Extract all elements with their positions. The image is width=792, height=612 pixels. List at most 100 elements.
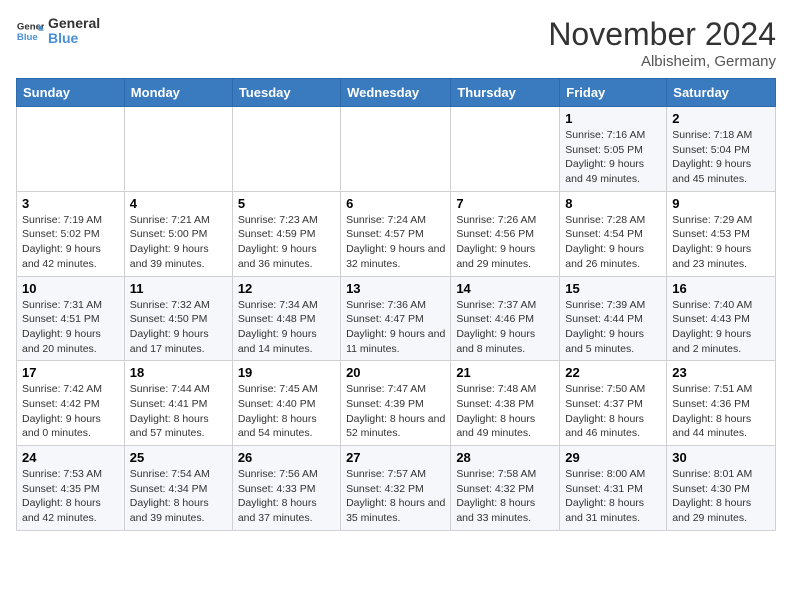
day-info: Sunrise: 7:48 AMSunset: 4:38 PMDaylight:… [456, 382, 554, 441]
week-row-3: 10 Sunrise: 7:31 AMSunset: 4:51 PMDayligh… [17, 276, 776, 361]
week-row-4: 17Sunrise: 7:42 AMSunset: 4:42 PMDayligh… [17, 361, 776, 446]
location: Albisheim, Germany [548, 53, 776, 70]
day-cell: 18 Sunrise: 7:44 AMSunset: 4:41 PMDayligh… [124, 361, 232, 446]
day-cell: 12Sunrise: 7:34 AMSunset: 4:48 PMDayligh… [232, 276, 340, 361]
day-number: 22 [565, 365, 661, 380]
day-number: 9 [672, 196, 770, 211]
day-number: 20 [346, 365, 445, 380]
day-info: Sunrise: 7:18 AMSunset: 5:04 PMDaylight:… [672, 128, 770, 187]
day-number: 1 [565, 111, 661, 126]
day-info: Sunrise: 7:58 AMSunset: 4:32 PMDaylight:… [456, 467, 554, 526]
day-info: Sunrise: 7:19 AMSunset: 5:02 PMDaylight:… [22, 213, 119, 272]
day-cell: 27 Sunrise: 7:57 AMSunset: 4:32 PMDayligh… [341, 446, 451, 531]
day-cell: 17Sunrise: 7:42 AMSunset: 4:42 PMDayligh… [17, 361, 125, 446]
day-number: 19 [238, 365, 335, 380]
day-info: Sunrise: 8:00 AMSunset: 4:31 PMDaylight:… [565, 467, 661, 526]
weekday-thursday: Thursday [451, 79, 560, 107]
day-cell: 15 Sunrise: 7:39 AMSunset: 4:44 PMDayligh… [560, 276, 667, 361]
day-number: 25 [130, 450, 227, 465]
day-cell: 30Sunrise: 8:01 AMSunset: 4:30 PMDayligh… [667, 446, 776, 531]
day-number: 11 [130, 281, 227, 296]
day-info: Sunrise: 7:23 AMSunset: 4:59 PMDaylight:… [238, 213, 335, 272]
day-info: Sunrise: 7:39 AMSunset: 4:44 PMDaylight:… [565, 298, 661, 357]
day-cell: 14 Sunrise: 7:37 AMSunset: 4:46 PMDayligh… [451, 276, 560, 361]
day-number: 18 [130, 365, 227, 380]
weekday-monday: Monday [124, 79, 232, 107]
day-number: 15 [565, 281, 661, 296]
title-block: November 2024 Albisheim, Germany [548, 16, 776, 70]
day-number: 6 [346, 196, 445, 211]
day-cell: 29 Sunrise: 8:00 AMSunset: 4:31 PMDayligh… [560, 446, 667, 531]
day-info: Sunrise: 7:54 AMSunset: 4:34 PMDaylight:… [130, 467, 227, 526]
day-info: Sunrise: 7:16 AMSunset: 5:05 PMDaylight:… [565, 128, 661, 187]
day-cell: 11 Sunrise: 7:32 AMSunset: 4:50 PMDayligh… [124, 276, 232, 361]
day-cell: 13Sunrise: 7:36 AMSunset: 4:47 PMDayligh… [341, 276, 451, 361]
day-info: Sunrise: 7:34 AMSunset: 4:48 PMDaylight:… [238, 298, 335, 357]
day-info: Sunrise: 7:24 AMSunset: 4:57 PMDaylight:… [346, 213, 445, 272]
day-info: Sunrise: 7:53 AMSunset: 4:35 PMDaylight:… [22, 467, 119, 526]
day-number: 27 [346, 450, 445, 465]
day-info: Sunrise: 7:56 AMSunset: 4:33 PMDaylight:… [238, 467, 335, 526]
day-info: Sunrise: 7:32 AMSunset: 4:50 PMDaylight:… [130, 298, 227, 357]
day-info: Sunrise: 7:29 AMSunset: 4:53 PMDaylight:… [672, 213, 770, 272]
logo: General Blue General Blue [16, 16, 100, 47]
day-info: Sunrise: 7:28 AMSunset: 4:54 PMDaylight:… [565, 213, 661, 272]
day-info: Sunrise: 7:21 AMSunset: 5:00 PMDaylight:… [130, 213, 227, 272]
day-number: 3 [22, 196, 119, 211]
day-cell: 24 Sunrise: 7:53 AMSunset: 4:35 PMDayligh… [17, 446, 125, 531]
week-row-5: 24 Sunrise: 7:53 AMSunset: 4:35 PMDayligh… [17, 446, 776, 531]
day-number: 21 [456, 365, 554, 380]
page-header: General Blue General Blue November 2024 … [16, 16, 776, 70]
day-number: 4 [130, 196, 227, 211]
day-info: Sunrise: 7:50 AMSunset: 4:37 PMDaylight:… [565, 382, 661, 441]
day-cell: 28 Sunrise: 7:58 AMSunset: 4:32 PMDayligh… [451, 446, 560, 531]
day-cell: 23Sunrise: 7:51 AMSunset: 4:36 PMDayligh… [667, 361, 776, 446]
weekday-saturday: Saturday [667, 79, 776, 107]
day-number: 17 [22, 365, 119, 380]
day-info: Sunrise: 7:37 AMSunset: 4:46 PMDaylight:… [456, 298, 554, 357]
day-number: 7 [456, 196, 554, 211]
day-cell: 3 Sunrise: 7:19 AMSunset: 5:02 PMDaylight… [17, 191, 125, 276]
day-info: Sunrise: 7:44 AMSunset: 4:41 PMDaylight:… [130, 382, 227, 441]
day-cell: 6 Sunrise: 7:24 AMSunset: 4:57 PMDaylight… [341, 191, 451, 276]
day-number: 16 [672, 281, 770, 296]
day-info: Sunrise: 7:36 AMSunset: 4:47 PMDaylight:… [346, 298, 445, 357]
day-cell: 9 Sunrise: 7:29 AMSunset: 4:53 PMDaylight… [667, 191, 776, 276]
week-row-1: 1 Sunrise: 7:16 AMSunset: 5:05 PMDaylight… [17, 107, 776, 192]
month-title: November 2024 [548, 16, 776, 53]
logo-general: General [48, 16, 100, 31]
calendar-table: SundayMondayTuesdayWednesdayThursdayFrid… [16, 78, 776, 531]
calendar-body: 1 Sunrise: 7:16 AMSunset: 5:05 PMDaylight… [17, 107, 776, 531]
day-number: 28 [456, 450, 554, 465]
day-info: Sunrise: 7:40 AMSunset: 4:43 PMDaylight:… [672, 298, 770, 357]
day-info: Sunrise: 7:47 AMSunset: 4:39 PMDaylight:… [346, 382, 445, 441]
day-number: 26 [238, 450, 335, 465]
logo-icon: General Blue [16, 17, 44, 45]
day-cell: 5Sunrise: 7:23 AMSunset: 4:59 PMDaylight… [232, 191, 340, 276]
day-number: 8 [565, 196, 661, 211]
day-cell: 22 Sunrise: 7:50 AMSunset: 4:37 PMDayligh… [560, 361, 667, 446]
day-cell: 10 Sunrise: 7:31 AMSunset: 4:51 PMDayligh… [17, 276, 125, 361]
day-info: Sunrise: 7:31 AMSunset: 4:51 PMDaylight:… [22, 298, 119, 357]
day-cell: 7Sunrise: 7:26 AMSunset: 4:56 PMDaylight… [451, 191, 560, 276]
day-number: 30 [672, 450, 770, 465]
svg-text:Blue: Blue [17, 32, 38, 43]
day-info: Sunrise: 7:51 AMSunset: 4:36 PMDaylight:… [672, 382, 770, 441]
day-number: 10 [22, 281, 119, 296]
calendar-header: SundayMondayTuesdayWednesdayThursdayFrid… [17, 79, 776, 107]
day-cell [124, 107, 232, 192]
weekday-header-row: SundayMondayTuesdayWednesdayThursdayFrid… [17, 79, 776, 107]
day-cell [232, 107, 340, 192]
day-number: 29 [565, 450, 661, 465]
day-cell: 8 Sunrise: 7:28 AMSunset: 4:54 PMDaylight… [560, 191, 667, 276]
day-number: 24 [22, 450, 119, 465]
day-number: 14 [456, 281, 554, 296]
weekday-tuesday: Tuesday [232, 79, 340, 107]
day-cell: 26 Sunrise: 7:56 AMSunset: 4:33 PMDayligh… [232, 446, 340, 531]
day-cell: 2Sunrise: 7:18 AMSunset: 5:04 PMDaylight… [667, 107, 776, 192]
day-cell: 4 Sunrise: 7:21 AMSunset: 5:00 PMDaylight… [124, 191, 232, 276]
day-info: Sunrise: 7:57 AMSunset: 4:32 PMDaylight:… [346, 467, 445, 526]
day-cell: 21 Sunrise: 7:48 AMSunset: 4:38 PMDayligh… [451, 361, 560, 446]
day-cell [17, 107, 125, 192]
day-cell: 25 Sunrise: 7:54 AMSunset: 4:34 PMDayligh… [124, 446, 232, 531]
